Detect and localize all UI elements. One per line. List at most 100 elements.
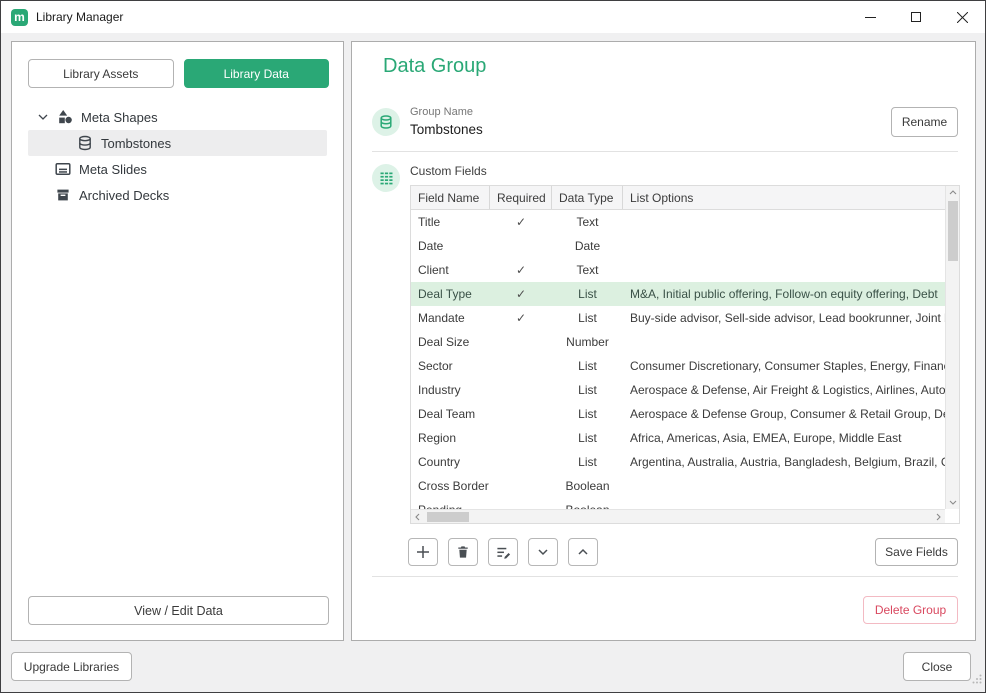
group-name-label: Group Name — [410, 106, 473, 118]
move-down-icon — [538, 549, 548, 556]
fields-table-body: Title ✓ Text Date Date Client ✓ Text Deal Type ✓ L… — [411, 210, 945, 509]
column-header-data-type[interactable]: Data Type — [552, 186, 623, 209]
edit-list-options-button[interactable] — [488, 538, 518, 566]
table-row[interactable]: Date Date — [411, 234, 945, 258]
page-title: Data Group — [383, 55, 487, 77]
move-field-down-button[interactable] — [528, 538, 558, 566]
move-field-up-button[interactable] — [568, 538, 598, 566]
tab-library-assets[interactable]: Library Assets — [28, 59, 174, 88]
data-group-panel: Data Group Group Name Tombstones Rename … — [351, 41, 976, 641]
custom-fields-label: Custom Fields — [410, 164, 487, 178]
cell-required: ✓ — [515, 263, 527, 277]
cell-required: ✓ — [515, 311, 527, 325]
tree-item-label: Archived Decks — [79, 187, 170, 203]
close-dialog-button[interactable]: Close — [903, 652, 971, 681]
cell-list-options: Buy-side advisor, Sell-side advisor, Lea… — [630, 311, 945, 325]
cell-field-name: Industry — [418, 383, 461, 397]
vertical-scrollbar[interactable] — [945, 186, 959, 509]
custom-fields-table: Field Name Required Data Type List Optio… — [410, 185, 960, 524]
table-row[interactable]: Title ✓ Text — [411, 210, 945, 234]
rename-button[interactable]: Rename — [891, 107, 958, 137]
tree-item-archived-decks[interactable]: Archived Decks — [36, 182, 343, 208]
table-row[interactable]: Deal Team List Aerospace & Defense Group, … — [411, 402, 945, 426]
cell-field-name: Sector — [418, 359, 453, 373]
cell-data-type: Text — [576, 263, 599, 277]
horizontal-scroll-thumb[interactable] — [427, 511, 469, 522]
tree-item-label: Meta Slides — [79, 161, 147, 177]
table-row[interactable]: Sector List Consumer Discretionary, Consum… — [411, 354, 945, 378]
table-row[interactable]: Client ✓ Text — [411, 258, 945, 282]
custom-fields-grid-icon — [372, 164, 400, 192]
divider — [372, 151, 958, 152]
group-name-value: Tombstones — [410, 122, 483, 137]
cell-field-name: Deal Size — [418, 335, 470, 349]
cell-data-type: List — [578, 383, 597, 397]
tree-item-meta-shapes[interactable]: Meta Shapes — [12, 104, 343, 130]
cell-field-name: Region — [418, 431, 457, 445]
window-title: Library Manager — [36, 10, 124, 24]
close-button[interactable] — [939, 1, 985, 33]
chevron-down-icon[interactable] — [36, 110, 50, 124]
table-row[interactable]: PendingBoolean — [411, 498, 945, 509]
tree-item-tombstones[interactable]: Tombstones — [28, 130, 327, 156]
maximize-button[interactable] — [893, 1, 939, 33]
database-icon — [76, 135, 93, 152]
scroll-right-icon[interactable] — [931, 510, 945, 524]
cell-list-options: M&A, Initial public offering, Follow-on … — [630, 287, 938, 301]
resize-grip[interactable] — [972, 671, 982, 689]
move-up-icon — [578, 548, 588, 555]
scroll-left-icon[interactable] — [411, 510, 425, 524]
app-logo-icon: m — [11, 8, 28, 26]
column-header-list-options[interactable]: List Options — [623, 186, 945, 209]
table-row[interactable]: Industry List Aerospace & Defense, Air Fre… — [411, 378, 945, 402]
cell-list-options: Consumer Discretionary, Consumer Staples… — [630, 359, 945, 373]
add-field-button[interactable] — [408, 538, 438, 566]
scroll-up-icon[interactable] — [946, 186, 959, 200]
scroll-down-icon[interactable] — [946, 495, 959, 509]
horizontal-scrollbar[interactable] — [411, 509, 945, 523]
slide-icon — [54, 161, 71, 178]
divider — [372, 576, 958, 577]
view-edit-data-button[interactable]: View / Edit Data — [28, 596, 329, 625]
table-row[interactable]: Deal Size Number — [411, 330, 945, 354]
tree-item-meta-slides[interactable]: Meta Slides — [36, 156, 343, 182]
cell-field-name: Title — [418, 215, 441, 229]
vertical-scroll-thumb[interactable] — [948, 201, 958, 261]
trash-icon — [458, 546, 468, 558]
library-tree: Meta Shapes Tombstones Meta Slides Archi… — [12, 104, 343, 208]
cell-required: ✓ — [515, 287, 527, 301]
column-header-field-name[interactable]: Field Name — [411, 186, 490, 209]
minimize-button[interactable] — [847, 1, 893, 33]
save-fields-button[interactable]: Save Fields — [875, 538, 958, 566]
cell-field-name: Client — [418, 263, 449, 277]
cell-data-type: Date — [574, 239, 601, 253]
cell-data-type: Number — [566, 335, 609, 349]
cell-list-options: Aerospace & Defense, Air Freight & Logis… — [630, 383, 945, 397]
delete-field-button[interactable] — [448, 538, 478, 566]
fields-toolbar: Save Fields — [408, 538, 958, 566]
cell-data-type: List — [578, 455, 597, 469]
upgrade-libraries-button[interactable]: Upgrade Libraries — [11, 652, 132, 681]
sidebar-panel: Library Assets Library Data Meta Shapes … — [11, 41, 344, 641]
cell-data-type: List — [578, 311, 597, 325]
group-database-icon — [372, 108, 400, 136]
column-header-required[interactable]: Required — [490, 186, 552, 209]
delete-group-button[interactable]: Delete Group — [863, 596, 958, 624]
cell-field-name: Mandate — [418, 311, 465, 325]
library-manager-window: m Library Manager Library Assets Library… — [0, 0, 986, 693]
edit-options-icon — [496, 547, 510, 559]
tab-library-data[interactable]: Library Data — [183, 59, 329, 88]
cell-field-name: Deal Type — [418, 287, 472, 301]
tree-item-label: Meta Shapes — [81, 109, 158, 125]
table-row[interactable]: Cross Border Boolean — [411, 474, 945, 498]
cell-required: ✓ — [515, 215, 527, 229]
table-row[interactable]: Country List Argentina, Australia, Austria… — [411, 450, 945, 474]
table-row[interactable]: Deal Type ✓ List M&A, Initial public offeri… — [411, 282, 945, 306]
table-row[interactable]: Mandate ✓ List Buy-side advisor, Sell-side … — [411, 306, 945, 330]
cell-data-type: List — [578, 431, 597, 445]
table-row[interactable]: Region List Africa, Americas, Asia, EMEA, … — [411, 426, 945, 450]
cell-data-type: Boolean — [565, 479, 610, 493]
cell-data-type: List — [578, 287, 597, 301]
shapes-icon — [56, 109, 73, 126]
cell-field-name: Cross Border — [418, 479, 489, 493]
